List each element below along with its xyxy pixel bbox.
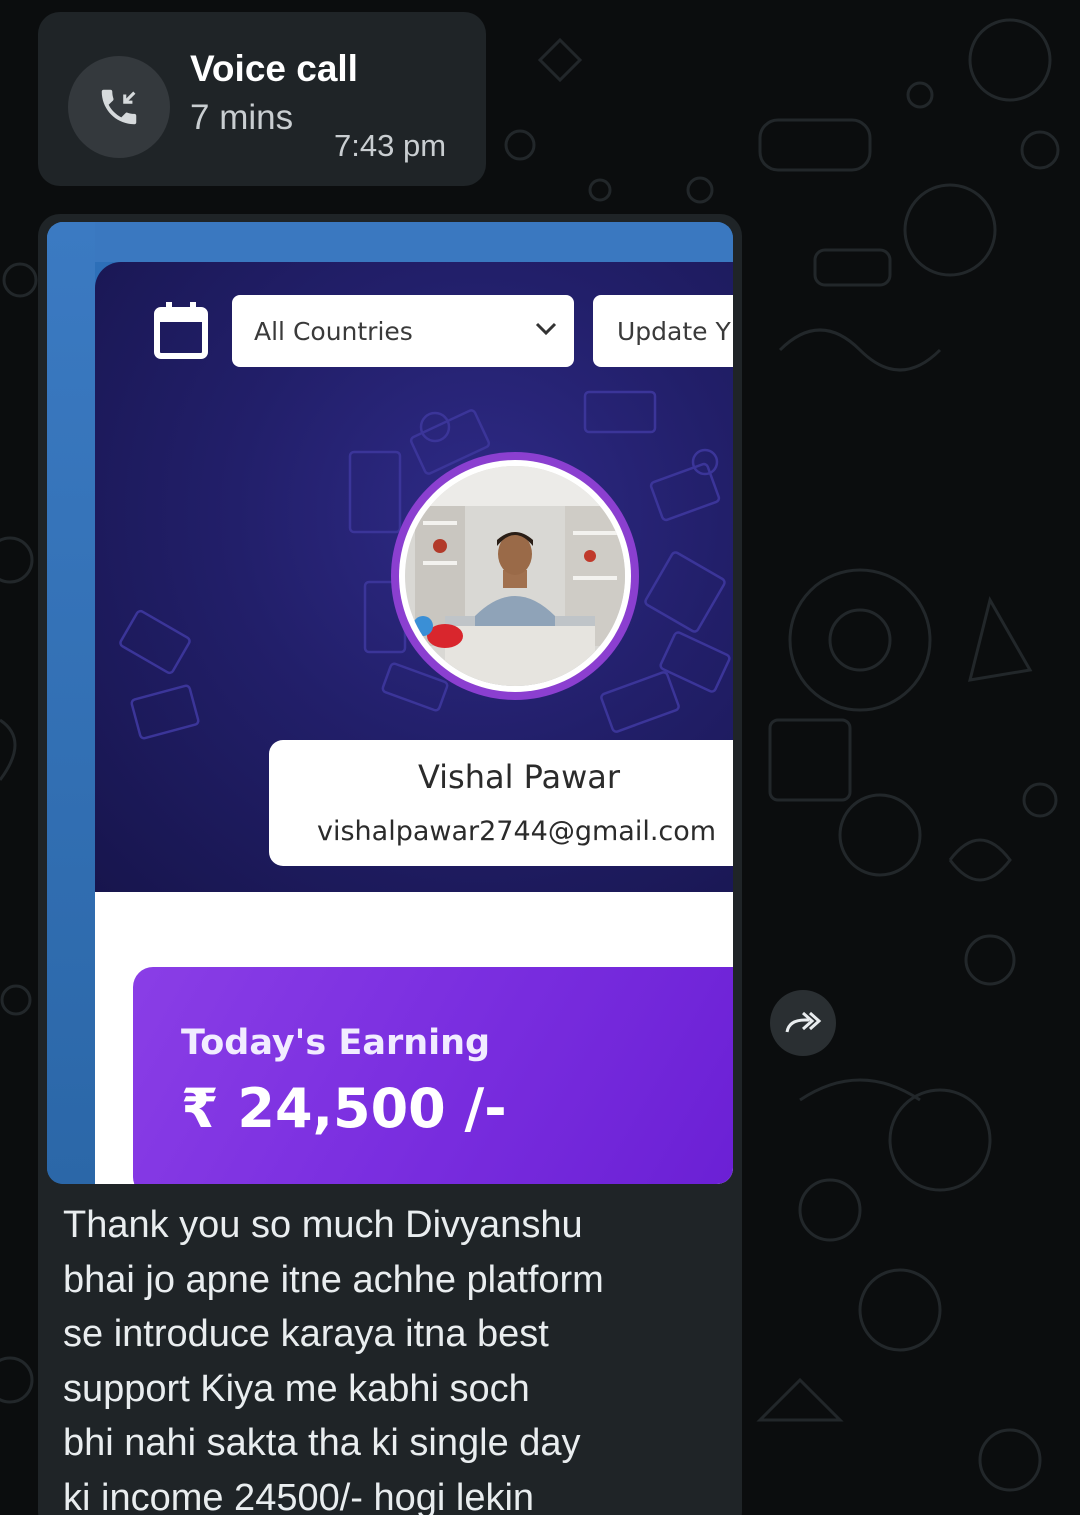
message-line: ki income 24500/- hogi lekin	[63, 1476, 535, 1515]
country-select-value: All Countries	[254, 316, 413, 346]
call-timestamp: 7:43 pm	[334, 128, 447, 163]
incoming-call-icon	[68, 56, 170, 158]
profile-card: Vishal Pawar vishalpawar2744@gmail.com	[269, 740, 733, 866]
call-duration: 7 mins	[190, 98, 294, 137]
user-email: vishalpawar2744@gmail.com	[317, 816, 717, 847]
message-text: Thank you so much Divyanshu bhai jo apne…	[63, 1198, 723, 1515]
update-button[interactable]: Update Y	[593, 295, 733, 367]
profile-photo	[405, 466, 625, 686]
update-button-label: Update Y	[617, 316, 731, 346]
profile-hero: All Countries Update Y Vishal Pawar vish…	[95, 262, 733, 892]
call-title: Voice call	[190, 48, 358, 89]
user-name: Vishal Pawar	[417, 758, 621, 796]
message-line: Thank you so much Divyanshu	[63, 1204, 583, 1246]
voice-call-bubble[interactable]: Voice call 7 mins 7:43 pm	[38, 12, 486, 186]
forward-icon	[785, 1011, 822, 1033]
message-line: support Kiya me kabhi soch	[63, 1367, 530, 1410]
message-line: bhai jo apne itne achhe platform	[63, 1258, 604, 1301]
earning-value: ₹ 24,500 /-	[181, 1077, 507, 1140]
shared-screenshot-image[interactable]: All Countries Update Y Vishal Pawar vish…	[47, 222, 733, 1184]
earning-label: Today's Earning	[181, 1023, 491, 1063]
forward-button[interactable]	[770, 990, 836, 1056]
country-select[interactable]: All Countries	[232, 295, 574, 367]
screenshot-side-bar	[47, 222, 95, 1184]
avatar	[391, 452, 639, 700]
screenshot-top-bar	[47, 222, 733, 262]
message-line: se introduce karaya itna best	[63, 1313, 549, 1355]
earning-card: Today's Earning ₹ 24,500 /-	[133, 967, 733, 1184]
message-line: bhi nahi sakta tha ki single day	[63, 1422, 581, 1464]
chevron-down-icon	[535, 322, 557, 336]
calendar-icon[interactable]	[153, 300, 209, 360]
